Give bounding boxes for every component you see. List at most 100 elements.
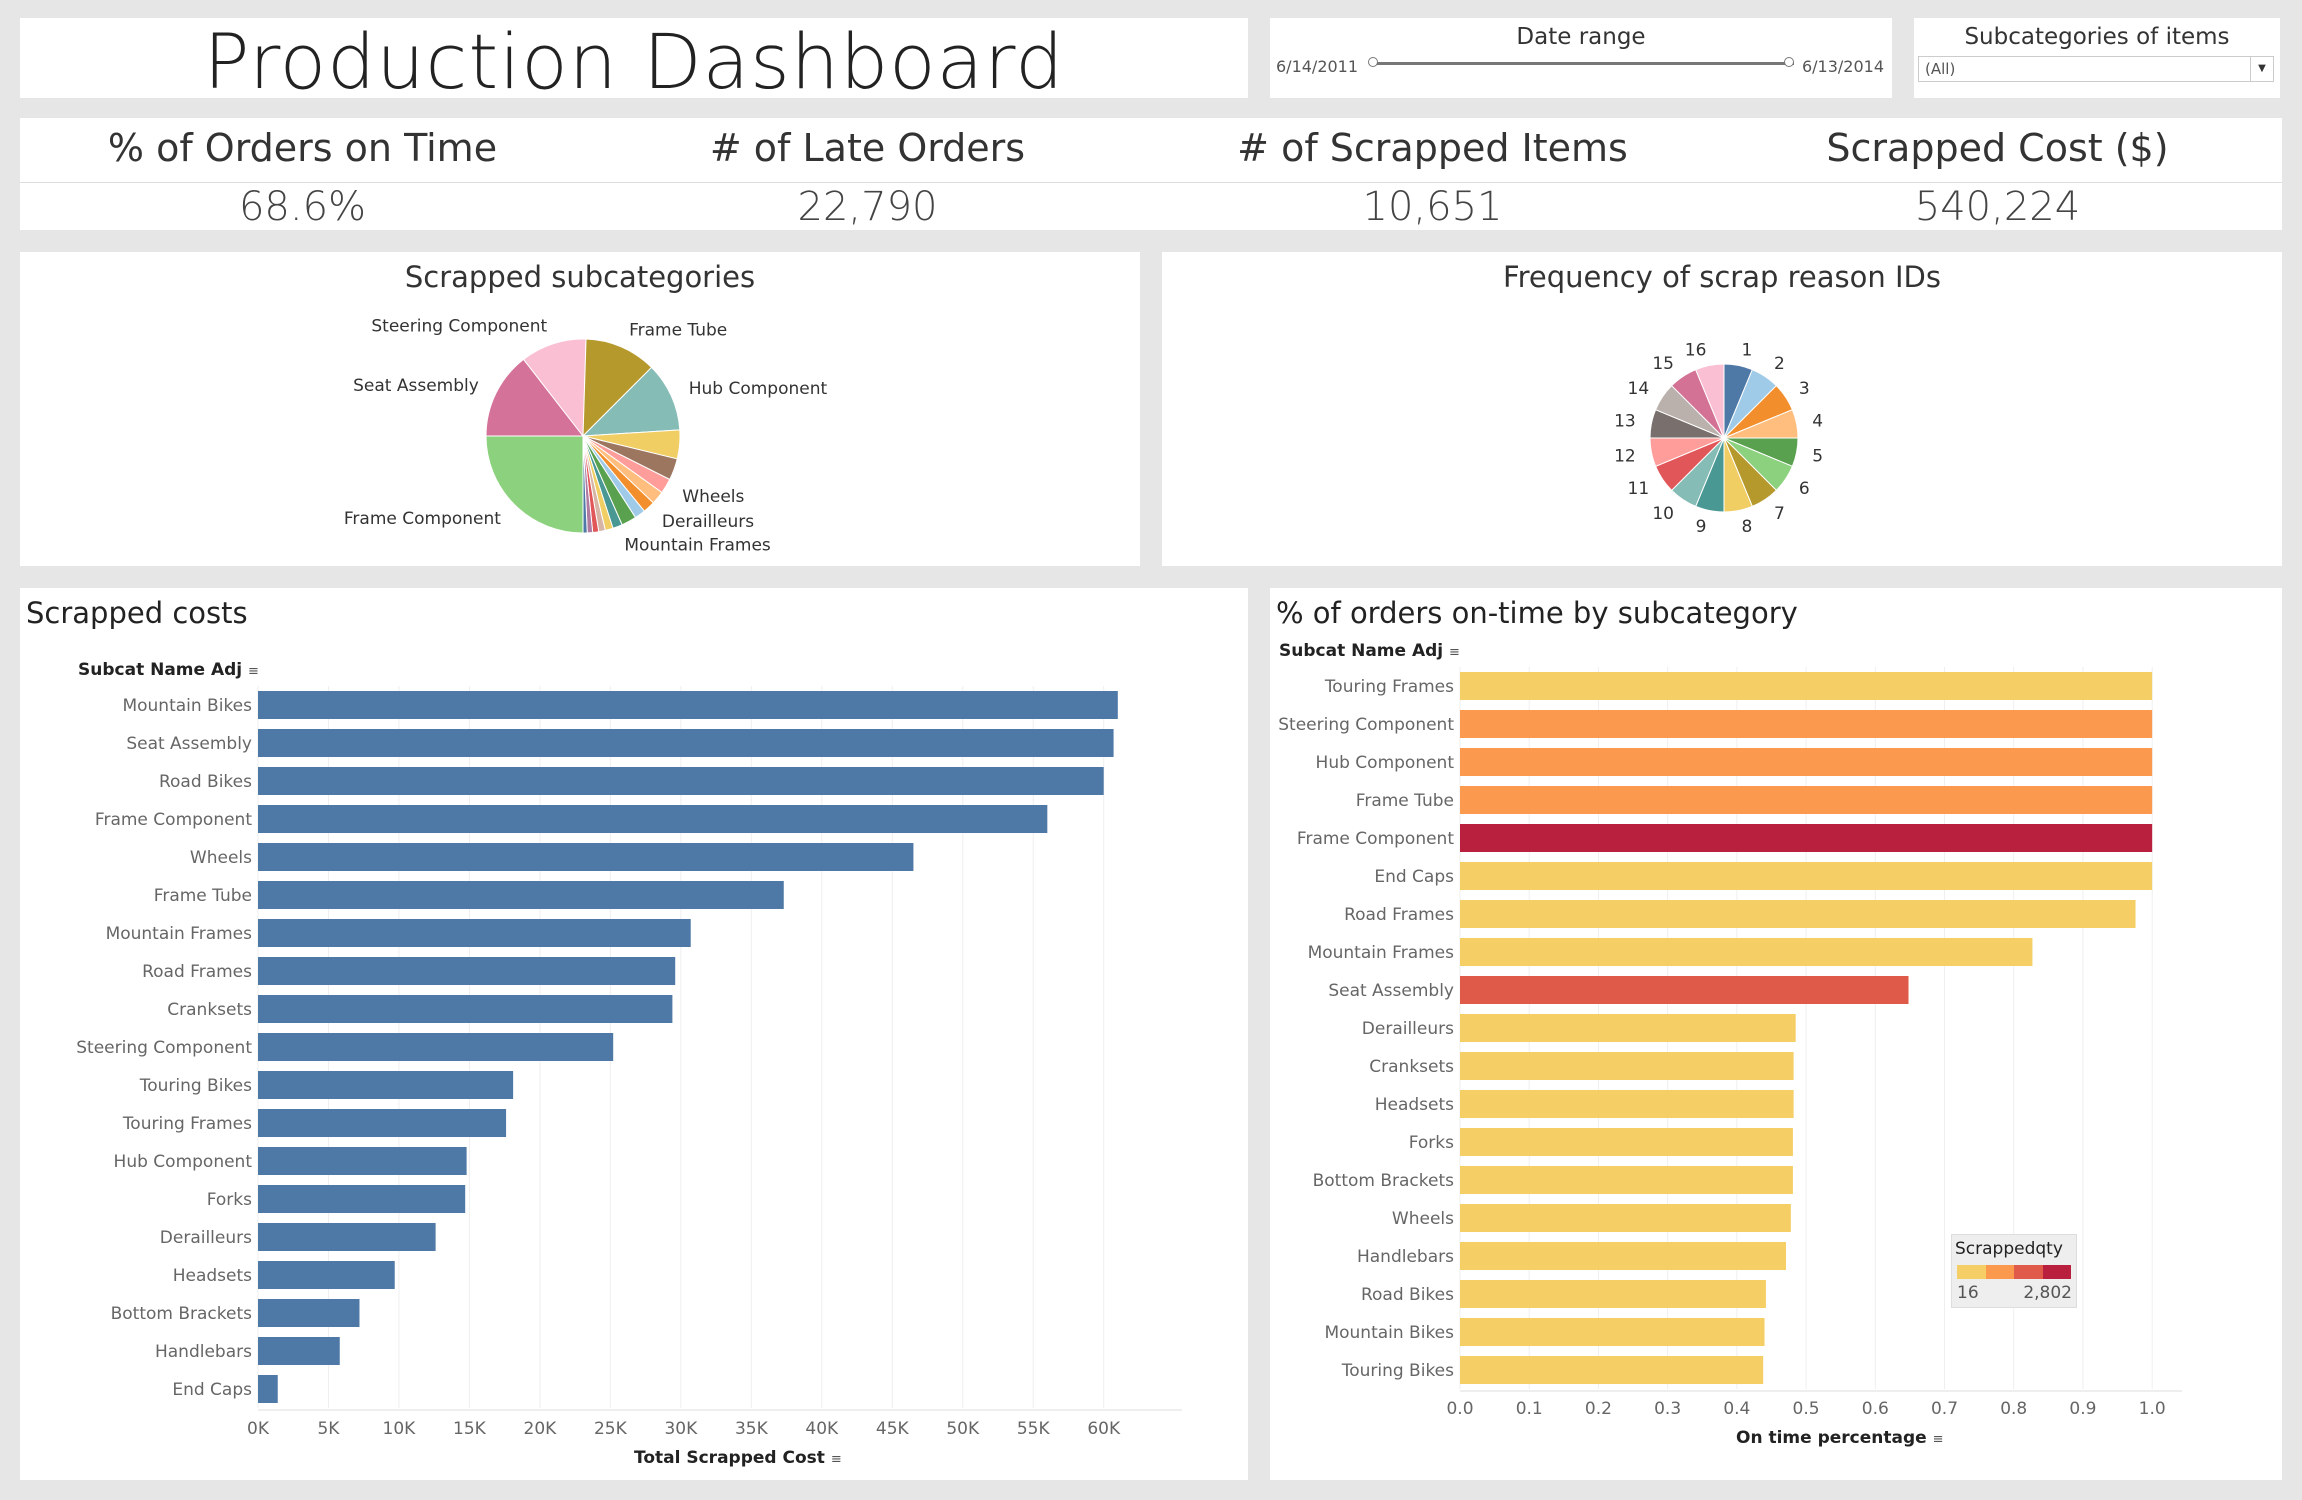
legend-swatch xyxy=(1957,1265,1986,1279)
kpi-orders-on-time: % of Orders on Time 68.6% xyxy=(20,118,585,230)
scrap-reason-pie[interactable]: 12345678910111213141516 xyxy=(1162,252,2282,566)
bar[interactable] xyxy=(1460,710,2153,738)
row-label: Wheels xyxy=(190,848,252,868)
bar[interactable] xyxy=(1460,786,2153,814)
bar[interactable] xyxy=(258,843,914,871)
scrapped-subcategories-pie[interactable]: Frame Component Seat Assembly Steering Com… xyxy=(20,252,1140,566)
row-label: Mountain Frames xyxy=(106,924,253,944)
x-tick-label: 35K xyxy=(735,1419,769,1439)
row-label: Mountain Frames xyxy=(1308,943,1455,963)
row-label: Touring Frames xyxy=(1324,677,1454,697)
date-range-end: 6/13/2014 xyxy=(1801,57,1884,76)
kpi-label: # of Scrapped Items xyxy=(1237,126,1628,170)
kpi-label: # of Late Orders xyxy=(709,126,1026,170)
legend-swatch xyxy=(2014,1265,2043,1279)
legend-swatch xyxy=(1985,1265,2014,1279)
bar[interactable] xyxy=(1460,1280,1766,1308)
pie-slice-label: 3 xyxy=(1799,379,1810,399)
x-tick-label: 0.7 xyxy=(1931,1399,1958,1419)
date-range-start-handle[interactable] xyxy=(1368,57,1378,67)
bar[interactable] xyxy=(1460,976,1909,1004)
row-label: Forks xyxy=(1409,1133,1454,1153)
bar[interactable] xyxy=(258,1261,395,1289)
bar[interactable] xyxy=(1460,1014,1796,1042)
bar[interactable] xyxy=(258,767,1104,795)
bar[interactable] xyxy=(1460,672,2153,700)
row-label: Road Frames xyxy=(142,962,252,982)
x-tick-label: 45K xyxy=(876,1419,910,1439)
bar[interactable] xyxy=(1460,1318,1765,1346)
date-range-filter: Date range 6/14/2011 6/13/2014 xyxy=(1270,18,1892,98)
sort-icon[interactable]: ≡ xyxy=(1933,1432,1944,1447)
title-panel: Production Dashboard xyxy=(20,18,1248,104)
bar[interactable] xyxy=(258,729,1114,757)
bar[interactable] xyxy=(258,1033,614,1061)
row-label: Bottom Brackets xyxy=(111,1304,253,1324)
row-label: Derailleurs xyxy=(1362,1019,1454,1039)
row-label: Wheels xyxy=(1392,1209,1454,1229)
bar[interactable] xyxy=(258,995,673,1023)
bar[interactable] xyxy=(258,1375,278,1403)
bar[interactable] xyxy=(258,1299,360,1327)
bar[interactable] xyxy=(1460,1356,1764,1384)
scrapped-costs-chart: 0K 5K 10K 15K 20K 25K 30K 35K 40K 45K 50K 55K 60K Mou… xyxy=(76,686,1182,1439)
bar[interactable] xyxy=(258,957,676,985)
legend-min: 16 xyxy=(1957,1283,1979,1303)
date-range-start: 6/14/2011 xyxy=(1276,57,1359,76)
bar[interactable] xyxy=(1460,938,2033,966)
pie-slice-label: Wheels xyxy=(682,487,744,507)
row-label: End Caps xyxy=(172,1380,252,1400)
x-axis-title-text: On time percentage xyxy=(1736,1428,1927,1448)
bar[interactable] xyxy=(258,919,691,947)
x-tick-label: 15K xyxy=(453,1419,487,1439)
x-tick-label: 0.8 xyxy=(2000,1399,2027,1419)
row-label: Bottom Brackets xyxy=(1313,1171,1455,1191)
x-tick-label: 1.0 xyxy=(2139,1399,2166,1419)
kpi-late-orders: # of Late Orders 22,790 xyxy=(585,118,1150,230)
legend-swatch xyxy=(2042,1265,2071,1279)
date-range-label: Date range xyxy=(1516,24,1646,50)
row-label: Mountain Bikes xyxy=(1324,1323,1454,1343)
bar[interactable] xyxy=(258,805,1048,833)
date-range-end-handle[interactable] xyxy=(1784,57,1794,67)
row-label: Cranksets xyxy=(1369,1057,1454,1077)
bar[interactable] xyxy=(1460,1204,1791,1232)
bar[interactable] xyxy=(258,1185,466,1213)
bar[interactable] xyxy=(1460,1090,1794,1118)
bar[interactable] xyxy=(1460,1242,1787,1270)
pie-slice-label: 8 xyxy=(1742,517,1753,537)
bar[interactable] xyxy=(1460,748,2153,776)
bar[interactable] xyxy=(258,1223,436,1251)
x-tick-label: 50K xyxy=(946,1419,980,1439)
bar[interactable] xyxy=(258,691,1118,719)
pie-slice-label: 15 xyxy=(1652,354,1674,374)
sort-icon[interactable]: ≡ xyxy=(831,1452,842,1467)
pie-slice-label: 4 xyxy=(1812,411,1823,431)
bar[interactable] xyxy=(258,1147,467,1175)
row-label: Touring Frames xyxy=(122,1114,252,1134)
x-tick-label: 0.9 xyxy=(2069,1399,2096,1419)
bar[interactable] xyxy=(1460,1052,1794,1080)
bar[interactable] xyxy=(258,1109,507,1137)
subcategory-select[interactable]: (All) ▼ xyxy=(1918,56,2274,82)
bar[interactable] xyxy=(258,881,784,909)
bar[interactable] xyxy=(1460,900,2136,928)
x-tick-label: 0.0 xyxy=(1446,1399,1473,1419)
bar[interactable] xyxy=(1460,862,2153,890)
row-label: Cranksets xyxy=(167,1000,252,1020)
x-tick-label: 25K xyxy=(594,1419,628,1439)
date-range-track[interactable] xyxy=(1372,62,1794,65)
bar[interactable] xyxy=(1460,824,2153,852)
bar[interactable] xyxy=(1460,1166,1793,1194)
row-label: Headsets xyxy=(173,1266,252,1286)
scrap-reason-panel: Frequency of scrap reason IDs 1234567891… xyxy=(1162,252,2282,566)
row-label: Hub Component xyxy=(1316,753,1455,773)
bar[interactable] xyxy=(258,1071,514,1099)
chevron-down-icon[interactable]: ▼ xyxy=(2250,57,2273,81)
scrapped-subcategories-panel: Scrapped subcategories Frame Component Se… xyxy=(20,252,1140,566)
kpi-value: 68.6% xyxy=(238,184,367,230)
pie-slice-label: Frame Tube xyxy=(629,320,727,340)
bar[interactable] xyxy=(1460,1128,1793,1156)
bar[interactable] xyxy=(258,1337,340,1365)
subcategory-filter: Subcategories of items (All) ▼ xyxy=(1914,18,2280,98)
